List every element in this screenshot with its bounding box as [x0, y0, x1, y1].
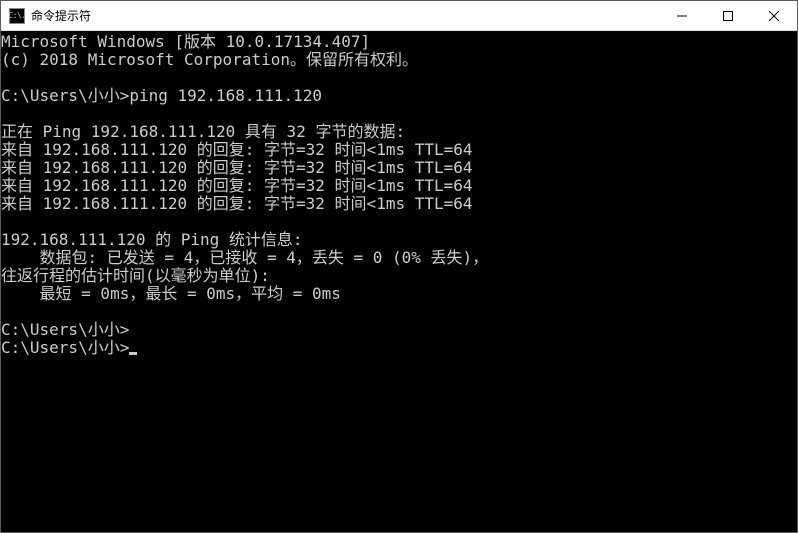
console-line: 来自 192.168.111.120 的回复: 字节=32 时间<1ms TTL…	[1, 177, 797, 195]
console-line: 192.168.111.120 的 Ping 统计信息:	[1, 231, 797, 249]
console-line	[1, 69, 797, 87]
console-line: 正在 Ping 192.168.111.120 具有 32 字节的数据:	[1, 123, 797, 141]
console-line	[1, 303, 797, 321]
window-controls	[659, 1, 797, 30]
cursor	[129, 352, 137, 355]
close-icon	[769, 11, 779, 21]
console-output[interactable]: Microsoft Windows [版本 10.0.17134.407](c)…	[1, 31, 797, 532]
maximize-button[interactable]	[705, 1, 751, 30]
cmd-icon: C:\.	[9, 8, 25, 24]
console-line: (c) 2018 Microsoft Corporation。保留所有权利。	[1, 51, 797, 69]
console-line: 来自 192.168.111.120 的回复: 字节=32 时间<1ms TTL…	[1, 195, 797, 213]
console-line	[1, 213, 797, 231]
console-line: 来自 192.168.111.120 的回复: 字节=32 时间<1ms TTL…	[1, 141, 797, 159]
console-line: 最短 = 0ms，最长 = 0ms，平均 = 0ms	[1, 285, 797, 303]
console-line: 来自 192.168.111.120 的回复: 字节=32 时间<1ms TTL…	[1, 159, 797, 177]
titlebar[interactable]: C:\. 命令提示符	[1, 1, 797, 31]
maximize-icon	[723, 11, 733, 21]
close-button[interactable]	[751, 1, 797, 30]
window-title: 命令提示符	[31, 7, 659, 24]
console-line: 往返行程的估计时间(以毫秒为单位):	[1, 267, 797, 285]
console-line: C:\Users\小小>	[1, 321, 797, 339]
console-line: Microsoft Windows [版本 10.0.17134.407]	[1, 33, 797, 51]
console-line: C:\Users\小小>ping 192.168.111.120	[1, 87, 797, 105]
minimize-icon	[677, 11, 687, 21]
console-line: 数据包: 已发送 = 4，已接收 = 4，丢失 = 0 (0% 丢失)，	[1, 249, 797, 267]
cmd-window: C:\. 命令提示符 Microsoft Windows [版本 10.0.17…	[0, 0, 798, 533]
console-line: C:\Users\小小>	[1, 339, 797, 357]
minimize-button[interactable]	[659, 1, 705, 30]
console-line	[1, 105, 797, 123]
